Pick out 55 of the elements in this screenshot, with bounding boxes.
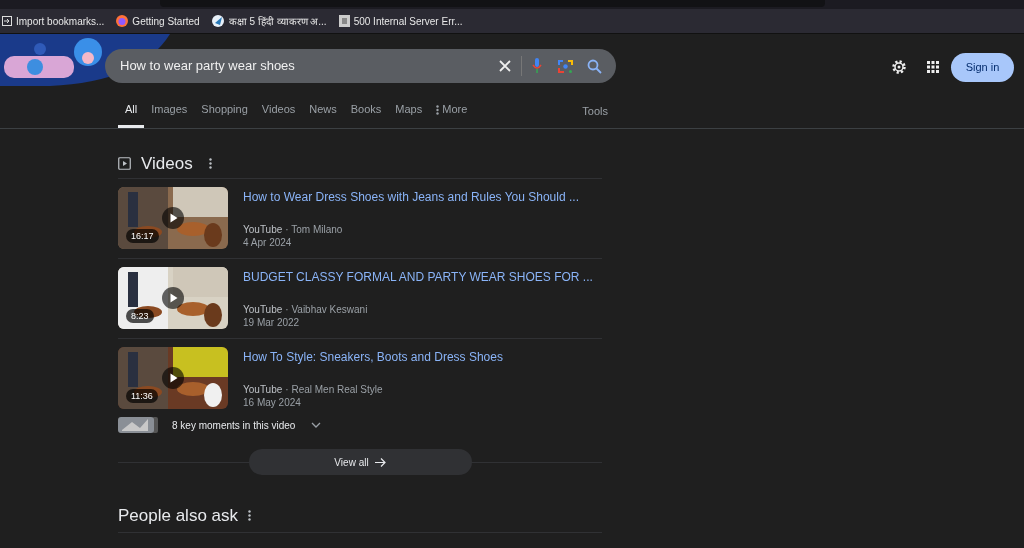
video-channel: · Tom Milano (285, 223, 343, 236)
chevron-down-icon (311, 422, 322, 428)
video-date: 19 Mar 2022 (243, 316, 301, 329)
camera-icon[interactable] (558, 58, 573, 74)
page-icon (338, 15, 350, 27)
video-thumbnail[interactable]: 8:23 (118, 267, 228, 329)
bookmark[interactable]: Import bookmarks... (2, 13, 105, 29)
video-source: YouTube (243, 383, 283, 396)
section-title: Videos (141, 152, 193, 175)
search-tab[interactable]: Maps (388, 94, 430, 128)
close-icon[interactable] (499, 60, 511, 72)
more-options-icon[interactable] (248, 510, 252, 521)
video-thumbnail[interactable]: 11:36 (118, 347, 228, 409)
duration-badge: 8:23 (126, 309, 154, 323)
search-tab[interactable]: News (302, 94, 344, 128)
key-moments-toggle[interactable]: 8 key moments in this video (118, 415, 602, 435)
tools-tab[interactable]: Tools (582, 94, 608, 128)
search-icon[interactable] (587, 58, 602, 74)
play-icon[interactable] (162, 207, 184, 229)
video-title-link[interactable]: BUDGET CLASSY FORMAL AND PARTY WEAR SHOES FOR ... (243, 268, 593, 286)
bookmark[interactable]: 500 Internal Server Err... (338, 13, 463, 29)
search-field[interactable]: How to wear party wear shoes (105, 49, 616, 83)
search-tab[interactable]: Books (343, 94, 389, 128)
search-tab[interactable]: More (429, 94, 475, 128)
video-title-link[interactable]: How to Wear Dress Shoes with Jeans and Rules You Should ... (243, 188, 579, 206)
view-all-button[interactable]: View all (248, 449, 472, 475)
sign-in-button[interactable]: Sign in (951, 53, 1014, 82)
search-tab[interactable]: Videos (254, 94, 303, 128)
more-options-icon[interactable] (208, 158, 212, 169)
browser-logo-icon (116, 15, 129, 27)
arrow-right-icon (374, 457, 386, 467)
search-tab[interactable]: Shopping (194, 94, 255, 128)
apps-grid-icon[interactable] (927, 61, 939, 73)
video-channel: · Vaibhav Keswani (285, 303, 368, 316)
settings-icon[interactable] (891, 59, 907, 75)
duration-badge: 11:36 (126, 389, 158, 403)
duration-badge: 16:17 (126, 229, 159, 243)
play-icon[interactable] (162, 367, 184, 389)
video-icon (118, 157, 131, 170)
bookmark[interactable]: Getting Started (116, 13, 200, 29)
search-tab[interactable]: All (118, 94, 145, 128)
section-title: People also ask (118, 504, 239, 527)
import-icon (2, 16, 12, 26)
video-channel: · Real Men Real Style (285, 383, 383, 396)
site-logo-icon (211, 15, 225, 27)
video-source: YouTube (243, 223, 283, 236)
play-icon[interactable] (162, 287, 184, 309)
video-title-link[interactable]: How To Style: Sneakers, Boots and Dress Shoes (243, 348, 503, 366)
video-source: YouTube (243, 303, 283, 316)
more-icon (436, 104, 440, 115)
video-thumbnail[interactable]: 16:17 (118, 187, 228, 249)
bookmark[interactable]: कक्षा 5 हिंदी व्याकरण अ... (211, 13, 327, 29)
video-date: 4 Apr 2024 (243, 236, 293, 249)
video-date: 16 May 2024 (243, 396, 302, 409)
search-tab[interactable]: Images (144, 94, 195, 128)
